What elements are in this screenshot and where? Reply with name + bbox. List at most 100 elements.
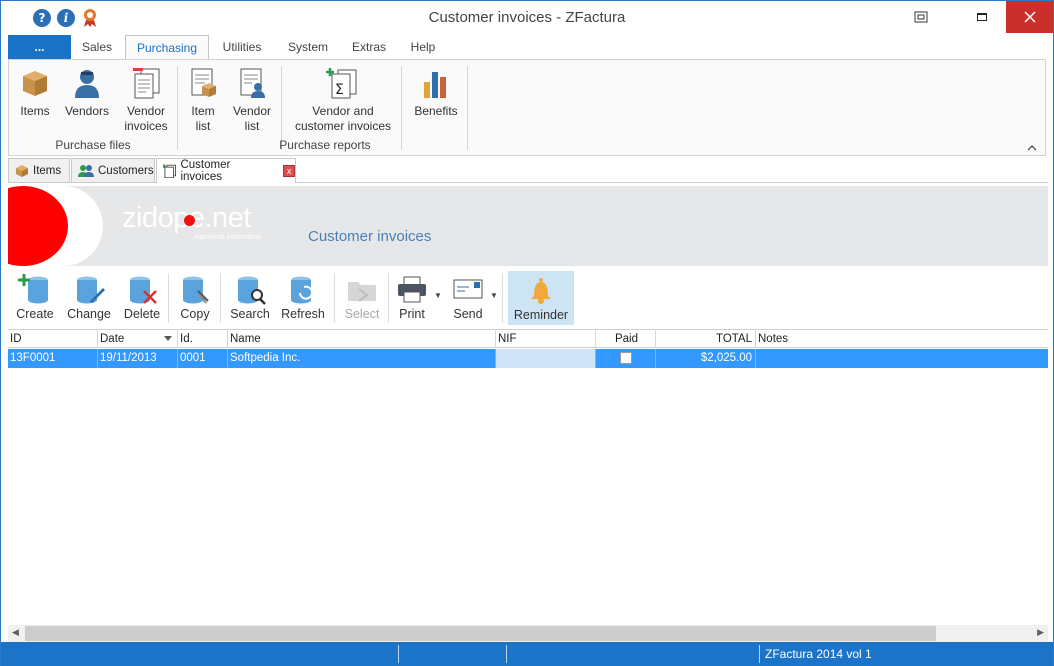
benefits-ribbon-button[interactable]: Benefits <box>411 66 461 119</box>
close-tab-icon[interactable]: x <box>283 165 295 177</box>
vendor-customer-label-1: Vendor and <box>312 104 374 118</box>
doc-tab-customers[interactable]: Customers <box>71 158 155 183</box>
cell-nif[interactable] <box>496 349 596 368</box>
vendors-label: Vendors <box>64 104 110 118</box>
group-separator <box>401 66 402 150</box>
status-separator <box>506 645 507 663</box>
scroll-right-icon[interactable]: ▶ <box>1037 627 1044 638</box>
column-header-date[interactable]: Date <box>98 330 178 348</box>
doc-tab-items-label: Items <box>33 164 62 177</box>
tab-system[interactable]: System <box>281 35 335 60</box>
print-dropdown-icon[interactable]: ▼ <box>434 291 442 300</box>
cell-name[interactable]: Softpedia Inc. <box>228 349 496 368</box>
vendor-invoices-icon <box>133 68 160 99</box>
vendor-invoices-ribbon-button[interactable]: Vendor invoices <box>121 66 171 134</box>
search-button[interactable]: Search <box>226 271 274 325</box>
column-header-idno[interactable]: Id. <box>178 330 228 348</box>
logo-subtitle: ingeniería informática <box>194 234 261 241</box>
vendor-customer-label-2: customer invoices <box>294 119 392 133</box>
toolbar-separator <box>168 273 169 323</box>
send-button[interactable]: Send <box>448 271 488 325</box>
horizontal-scrollbar[interactable]: ◀ ▶ <box>8 625 1048 642</box>
delete-button[interactable]: Delete <box>120 271 164 325</box>
tab-extras[interactable]: Extras <box>345 35 393 60</box>
envelope-icon <box>453 279 483 299</box>
refresh-label: Refresh <box>281 307 325 321</box>
tab-purchasing[interactable]: Purchasing <box>125 35 209 60</box>
status-separator <box>759 645 760 663</box>
cell-paid[interactable] <box>596 349 656 368</box>
column-header-paid[interactable]: Paid <box>596 330 656 348</box>
scroll-thumb[interactable] <box>25 626 936 641</box>
doc-tab-customer-invoices-label: Customer invoices <box>180 159 231 183</box>
close-button[interactable] <box>1006 1 1053 33</box>
status-bar: ZFactura 2014 vol 1 <box>1 642 1053 666</box>
ribbon-tabs: ... Sales Purchasing Utilities System Ex… <box>1 35 1053 60</box>
copy-label: Copy <box>180 307 210 321</box>
doc-tab-customers-label: Customers <box>98 164 154 177</box>
tab-sales[interactable]: Sales <box>73 35 121 60</box>
bell-icon <box>531 278 551 304</box>
delete-label: Delete <box>123 307 161 321</box>
restore-button[interactable] <box>901 1 941 33</box>
column-header-nif[interactable]: NIF <box>496 330 596 348</box>
vendor-customer-invoices-ribbon-button[interactable]: Σ Vendor and customer invoices <box>291 66 395 134</box>
database-refresh-icon <box>291 276 313 304</box>
doc-tab-items[interactable]: Items <box>8 158 70 183</box>
minimize-icon <box>977 13 987 21</box>
cell-date[interactable]: 19/11/2013 <box>98 349 178 368</box>
item-list-ribbon-button[interactable]: Item list <box>185 66 221 134</box>
paid-checkbox[interactable] <box>620 352 632 364</box>
column-header-name[interactable]: Name <box>228 330 496 348</box>
document-tabs: Items Customers Customer invoices x <box>8 158 1048 184</box>
items-label: Items <box>20 104 50 118</box>
items-ribbon-button[interactable]: Items <box>15 66 55 119</box>
box-icon <box>23 71 47 96</box>
select-button[interactable]: Select <box>340 271 384 325</box>
change-button[interactable]: Change <box>64 271 114 325</box>
vendor-list-label-1: Vendor <box>232 104 272 118</box>
collapse-ribbon-icon[interactable] <box>1027 140 1037 154</box>
item-list-icon <box>191 68 216 97</box>
ribbon-panel: Items Vendors Vendor invoices Item list … <box>8 59 1046 156</box>
column-header-total[interactable]: TOTAL <box>656 330 756 348</box>
cell-total[interactable]: $2,025.00 <box>656 349 756 368</box>
change-label: Change <box>67 307 111 321</box>
vendors-ribbon-button[interactable]: Vendors <box>63 66 111 119</box>
vendor-list-ribbon-button[interactable]: Vendor list <box>231 66 273 134</box>
group-separator <box>467 66 468 150</box>
send-dropdown-icon[interactable]: ▼ <box>490 291 498 300</box>
window-title: Customer invoices - ZFactura <box>428 9 626 26</box>
copy-button[interactable]: Copy <box>174 271 216 325</box>
scroll-left-icon[interactable]: ◀ <box>12 627 19 638</box>
column-header-notes[interactable]: Notes <box>756 330 1048 348</box>
select-folder-icon <box>348 282 376 302</box>
cell-notes[interactable] <box>756 349 1048 368</box>
cell-idno[interactable]: 0001 <box>178 349 228 368</box>
invoice-grid: ID Date Id. Name NIF Paid TOTAL Notes 13… <box>8 329 1048 624</box>
sort-down-icon <box>164 336 172 341</box>
tab-utilities[interactable]: Utilities <box>215 35 269 60</box>
print-label: Print <box>399 307 425 321</box>
reminder-label: Reminder <box>513 308 569 322</box>
vendor-invoices-label-2: invoices <box>124 119 168 133</box>
print-button[interactable]: Print <box>394 271 430 325</box>
table-row[interactable]: 13F0001 19/11/2013 0001 Softpedia Inc. $… <box>8 349 1048 368</box>
send-label: Send <box>453 307 483 321</box>
create-button[interactable]: Create <box>12 271 58 325</box>
database-add-icon <box>18 274 48 304</box>
doc-tab-customer-invoices[interactable]: Customer invoices x <box>156 158 296 184</box>
vendor-person-icon <box>75 70 99 98</box>
refresh-button[interactable]: Refresh <box>278 271 328 325</box>
file-tab[interactable]: ... <box>8 35 71 60</box>
toolbar-separator <box>502 273 503 323</box>
printer-icon <box>398 276 426 303</box>
column-header-id[interactable]: ID <box>8 330 98 348</box>
cell-id[interactable]: 13F0001 <box>8 349 98 368</box>
database-edit-icon <box>77 276 105 304</box>
tab-help[interactable]: Help <box>403 35 443 60</box>
reminder-button[interactable]: Reminder <box>508 271 574 325</box>
database-copy-icon <box>183 276 209 304</box>
close-icon <box>1023 11 1036 23</box>
minimize-button[interactable] <box>959 1 1005 33</box>
